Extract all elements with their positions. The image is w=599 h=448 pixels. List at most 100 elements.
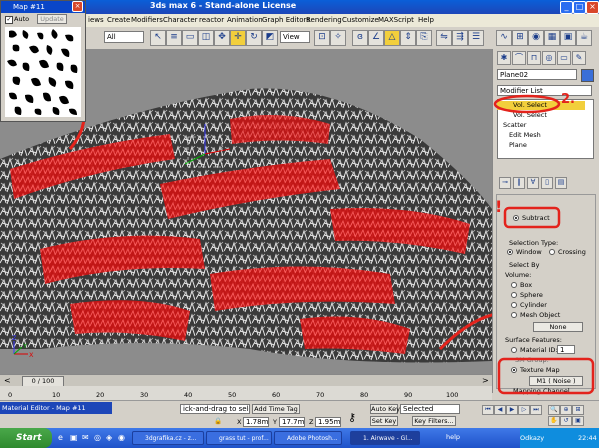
mesh-object-none-button[interactable]: None [533, 322, 583, 332]
make-unique-icon[interactable]: ∀ [527, 177, 539, 189]
track-bar[interactable]: 0 10 20 30 40 50 60 70 80 90 100 [0, 386, 492, 400]
menu-create[interactable]: Create [107, 16, 130, 24]
stack-item-plane[interactable]: Plane [497, 141, 585, 150]
hierarchy-tab-icon[interactable]: ⊓ [527, 51, 541, 65]
auto-key-button[interactable]: Auto Key [370, 404, 400, 414]
select-scale-icon[interactable]: ◩ [262, 30, 278, 46]
mesh-object-radio[interactable] [511, 312, 517, 318]
menu-views[interactable]: iews [88, 16, 104, 24]
mirror-icon[interactable]: ⇋ [436, 30, 452, 46]
next-key-icon[interactable]: ▷ [518, 405, 530, 415]
material-id-radio[interactable] [511, 347, 517, 353]
menu-character[interactable]: Character [163, 16, 198, 24]
play-icon[interactable]: ▶ [506, 405, 518, 415]
utilities-tab-icon[interactable]: ✎ [572, 51, 586, 65]
select-manipulate-icon[interactable]: ✧ [330, 30, 346, 46]
minimize-button[interactable]: _ [560, 1, 573, 14]
modify-tab-icon[interactable]: ⌒ [512, 51, 526, 65]
key-mode-dropdown[interactable]: Selected [400, 404, 460, 414]
cylinder-radio[interactable] [511, 302, 517, 308]
lock-selection-icon[interactable]: 🔒 [214, 417, 222, 425]
align-icon[interactable]: ⇶ [452, 30, 468, 46]
percent-snap-icon[interactable]: △ [384, 30, 400, 46]
menu-customize[interactable]: Customize [342, 16, 379, 24]
selection-filter-dropdown[interactable]: All [104, 31, 144, 43]
material-editor-icon[interactable]: ◉ [528, 30, 544, 46]
stack-item-scatter[interactable]: Scatter [497, 121, 585, 130]
app3-quicklaunch-icon[interactable]: ◉ [118, 433, 125, 442]
configure-sets-icon[interactable]: ▤ [555, 177, 567, 189]
set-key-button[interactable]: Set Key [370, 416, 398, 426]
arc-rotate-icon[interactable]: ↺ [560, 416, 572, 426]
curve-editor-icon[interactable]: ∿ [496, 30, 512, 46]
ie-quicklaunch-icon[interactable]: e [58, 433, 63, 442]
named-selection-icon[interactable]: ⎘ [416, 30, 432, 46]
select-rotate-icon[interactable]: ↻ [246, 30, 262, 46]
select-move-active-icon[interactable]: ✛ [230, 30, 246, 46]
display-tab-icon[interactable]: ▭ [557, 51, 571, 65]
zoom-extents-icon[interactable]: ⊞ [572, 405, 584, 415]
motion-tab-icon[interactable]: ◎ [542, 51, 556, 65]
quick-render-icon[interactable]: ▣ [560, 30, 576, 46]
app2-quicklaunch-icon[interactable]: ◈ [106, 433, 112, 442]
app-quicklaunch-icon[interactable]: ◎ [94, 433, 101, 442]
menu-modifiers[interactable]: Modifiers [131, 16, 163, 24]
stack-item-edit-mesh[interactable]: Edit Mesh [497, 131, 585, 140]
pin-stack-icon[interactable]: ⊸ [499, 177, 511, 189]
material-editor-taskbar-title[interactable]: Material Editor - Map #11 [0, 402, 112, 414]
task-airwave[interactable]: 1. Airwave - Gl... [350, 431, 420, 445]
prev-key-icon[interactable]: ◀ [494, 405, 506, 415]
snap-toggle-icon[interactable]: ɞ [352, 30, 368, 46]
create-tab-icon[interactable]: ✱ [497, 51, 511, 65]
add-time-tag-button[interactable]: Add Time Tag [252, 404, 300, 414]
task-3dgrafika[interactable]: 3dgrafika.cz - z... [132, 431, 204, 445]
box-radio[interactable] [511, 282, 517, 288]
sphere-radio[interactable] [511, 292, 517, 298]
ref-coord-dropdown[interactable]: View [280, 31, 310, 43]
x-coord-field[interactable]: 1.78m [243, 417, 269, 427]
maximize-button[interactable]: □ [573, 1, 586, 14]
object-name-field[interactable]: Plane02 [497, 69, 577, 80]
show-end-result-icon[interactable]: ‖ [513, 177, 525, 189]
rect-selection-icon[interactable]: ▭ [182, 30, 198, 46]
layer-manager-icon[interactable]: ☰ [468, 30, 484, 46]
render-scene-icon[interactable]: ▦ [544, 30, 560, 46]
goto-start-icon[interactable]: ⏮ [482, 405, 494, 415]
select-object-icon[interactable]: ↖ [150, 30, 166, 46]
task-photoshop[interactable]: Adobe Photosh... [274, 431, 342, 445]
spinner-snap-icon[interactable]: ⇕ [400, 30, 416, 46]
window-crossing-icon[interactable]: ◫ [198, 30, 214, 46]
menu-reactor[interactable]: reactor [199, 16, 224, 24]
next-frame-icon[interactable]: > [482, 376, 489, 385]
pivot-center-icon[interactable]: ⊡ [314, 30, 330, 46]
max-toggle-icon[interactable]: ▣ [572, 416, 584, 426]
z-coord-field[interactable]: 1.95m [315, 417, 341, 427]
map-close-button[interactable]: × [72, 1, 83, 12]
render-last-icon[interactable]: ☕ [576, 30, 592, 46]
crossing-radio[interactable] [549, 249, 555, 255]
start-button[interactable]: Start [0, 428, 52, 448]
material-id-spinner[interactable]: 1 [557, 345, 575, 354]
window-radio[interactable] [507, 249, 513, 255]
close-button[interactable]: × [586, 1, 599, 14]
select-by-name-icon[interactable]: ≡ [166, 30, 182, 46]
media-quicklaunch-icon[interactable]: ✉ [82, 433, 89, 442]
menu-rendering[interactable]: Rendering [306, 16, 342, 24]
select-move-icon[interactable]: ✥ [214, 30, 230, 46]
update-button[interactable]: Update [37, 14, 67, 24]
zoom-all-icon[interactable]: ⊕ [560, 405, 572, 415]
object-color-swatch[interactable] [581, 69, 594, 82]
goto-end-icon[interactable]: ⏭ [530, 405, 542, 415]
key-filters-button[interactable]: Key Filters... [412, 416, 456, 426]
desktop-quicklaunch-icon[interactable]: ▣ [70, 433, 78, 442]
menu-animation[interactable]: Animation [227, 16, 263, 24]
remove-modifier-icon[interactable]: ▯ [541, 177, 553, 189]
prev-frame-icon[interactable]: < [4, 376, 11, 385]
menu-maxscript[interactable]: MAXScript [378, 16, 414, 24]
pan-icon[interactable]: ✋ [548, 416, 560, 426]
odkazy-label[interactable]: Odkazy [520, 428, 544, 448]
task-grass-tut[interactable]: grass tut - prof... [206, 431, 272, 445]
y-coord-field[interactable]: 17.7m [279, 417, 305, 427]
menu-help[interactable]: Help [418, 16, 434, 24]
zoom-icon[interactable]: 🔍 [548, 405, 560, 415]
